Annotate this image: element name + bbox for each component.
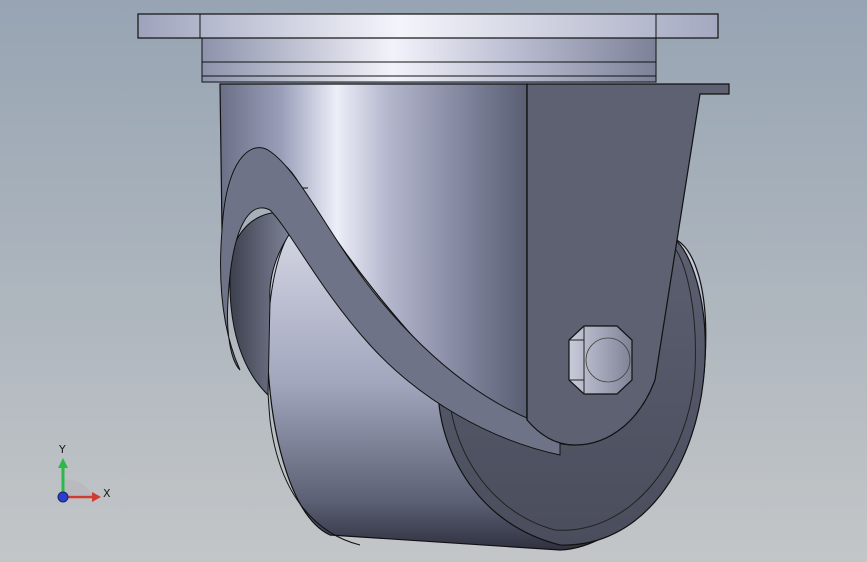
z-axis-dot xyxy=(57,491,69,503)
reference-triad[interactable] xyxy=(57,458,101,503)
triad-y-label: Y xyxy=(59,443,66,456)
collar xyxy=(201,37,657,83)
triad-x-label: X xyxy=(103,487,111,500)
mounting-plate[interactable] xyxy=(137,13,719,39)
caster-model[interactable] xyxy=(0,0,867,562)
graphics-viewport[interactable]: Y X xyxy=(0,0,867,562)
axle-hex-nut[interactable] xyxy=(568,325,633,395)
